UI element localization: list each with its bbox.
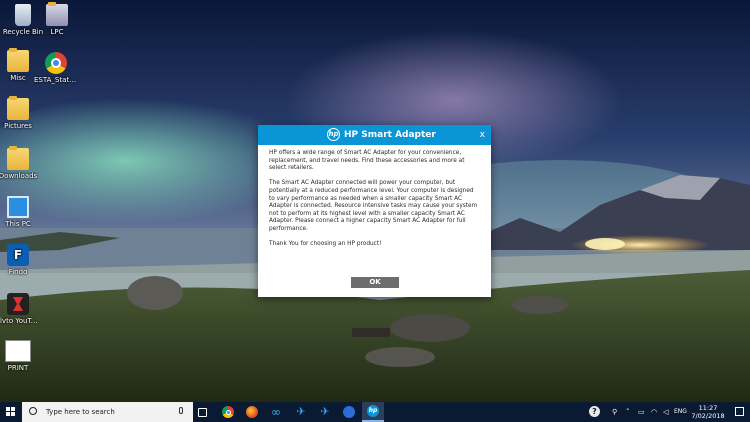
clock-date: 7/02/2018 <box>691 412 725 420</box>
clock[interactable]: 11:27 7/02/2018 <box>688 404 728 420</box>
folder-icon <box>7 96 29 120</box>
battery-icon[interactable]: ▭ <box>638 402 645 422</box>
firefox-taskbar-icon[interactable] <box>246 406 258 418</box>
windows-logo-icon-part <box>6 412 10 416</box>
chevron-up-icon[interactable]: ˄ <box>626 402 630 422</box>
notifications-icon[interactable] <box>735 407 744 416</box>
language-indicator[interactable]: ENG <box>674 402 687 422</box>
plane-app-icon[interactable]: ✈ <box>293 404 309 420</box>
folder-icon <box>7 48 29 72</box>
computer-icon <box>7 196 29 218</box>
desktop-icon-label: Flvto YouTube D... <box>0 317 40 325</box>
desktop-icon-label: LPC <box>50 28 64 36</box>
search-box[interactable]: Type here to search <box>22 402 193 422</box>
people-icon[interactable]: ⚲ <box>612 402 617 422</box>
search-placeholder: Type here to search <box>46 408 115 416</box>
windows-logo-icon <box>6 407 10 411</box>
clock-time: 11:27 <box>698 404 718 412</box>
desktop-icon-label: Pictures <box>4 122 32 130</box>
task-view-icon[interactable] <box>198 408 207 417</box>
desktop-icon-downloads[interactable]: Downloads <box>0 146 40 180</box>
desktop-icon-this-pc[interactable]: This PC <box>0 196 40 228</box>
desktop-icon-lpc[interactable]: LPC <box>35 2 79 36</box>
close-button[interactable]: x <box>480 125 485 145</box>
hp-logo-icon: hp <box>367 405 379 417</box>
windows-logo-icon-part <box>11 412 15 416</box>
chrome-icon <box>45 52 67 74</box>
desktop-icon-label: This PC <box>5 220 31 228</box>
microphone-icon[interactable] <box>179 407 183 414</box>
desktop-icon-pictures[interactable]: Pictures <box>0 96 40 130</box>
dialog-title: HP Smart Adapter <box>344 130 436 140</box>
dialog-title-bar[interactable]: hp HP Smart Adapter x <box>258 125 491 145</box>
volume-icon[interactable]: ◁ <box>663 402 668 422</box>
blue-app-icon[interactable] <box>343 406 355 418</box>
desktop-icon-label: PRINT <box>7 364 29 372</box>
ok-button[interactable]: OK <box>351 277 399 288</box>
desktop-icon-label: ESTA_Status... <box>34 76 78 84</box>
document-icon <box>46 2 68 26</box>
infinity-app-icon[interactable]: ∞ <box>268 404 284 420</box>
desktop-icon-label: Findo <box>8 268 28 276</box>
taskbar: Type here to search ∞ ✈ ✈ hp ? ⚲ ˄ ▭ ◠ ◁… <box>0 402 750 422</box>
flight-app-icon[interactable]: ✈ <box>317 404 333 420</box>
document-thumbnail-icon <box>5 340 31 362</box>
dialog-paragraph: The Smart AC Adapter connected will powe… <box>269 180 478 232</box>
findo-icon: F <box>7 244 29 266</box>
desktop-icon-esta-status[interactable]: ESTA_Status... <box>34 52 78 84</box>
search-icon <box>29 407 37 415</box>
wifi-icon[interactable]: ◠ <box>651 402 657 422</box>
hp-smart-adapter-dialog: hp HP Smart Adapter x HP offers a wide r… <box>258 125 491 297</box>
desktop-icon-print[interactable]: PRINT <box>0 340 40 372</box>
desktop-icon-label: Downloads <box>0 172 38 180</box>
help-icon[interactable]: ? <box>589 406 600 417</box>
folder-icon <box>7 146 29 170</box>
desktop-icon-flvto[interactable]: Flvto YouTube D... <box>0 293 40 325</box>
desktop-icon-findo[interactable]: F Findo <box>0 244 40 276</box>
recycle-bin-icon <box>15 4 31 26</box>
hp-logo-icon: hp <box>327 128 340 141</box>
windows-logo-icon-part <box>11 407 15 411</box>
dialog-paragraph: Thank You for choosing an HP product! <box>269 241 382 248</box>
hp-smart-adapter-taskbar-item[interactable]: hp <box>362 402 384 422</box>
start-button[interactable] <box>0 402 22 422</box>
dialog-body: HP offers a wide range of Smart AC Adapt… <box>258 145 491 249</box>
chrome-taskbar-icon[interactable] <box>222 406 234 418</box>
dialog-paragraph: HP offers a wide range of Smart AC Adapt… <box>269 150 465 172</box>
flvto-icon <box>7 293 29 315</box>
